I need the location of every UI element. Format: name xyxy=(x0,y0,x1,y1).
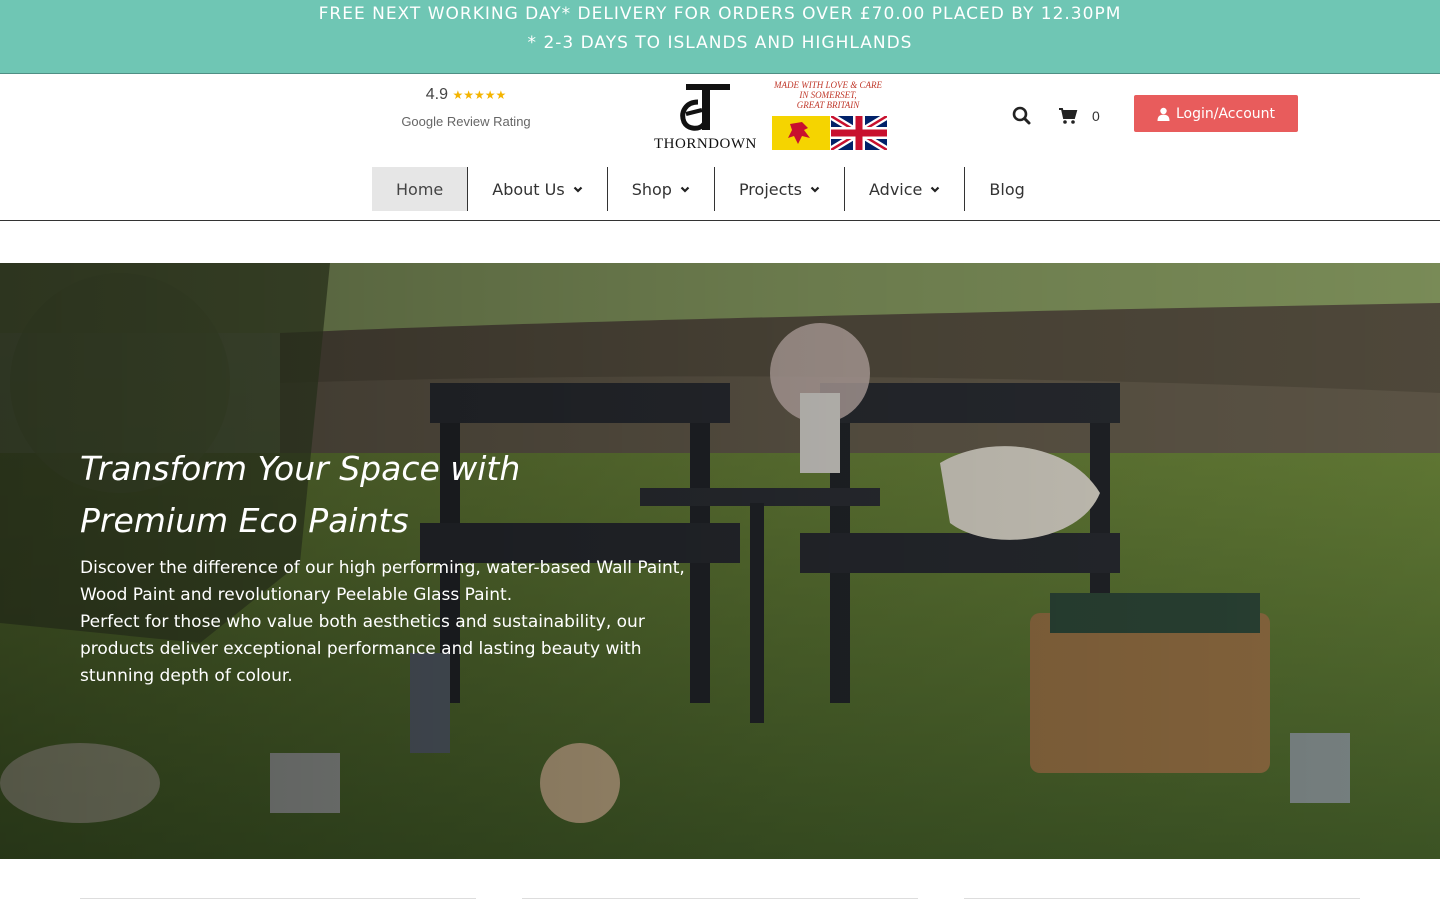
union-jack-flag-icon xyxy=(831,116,887,150)
hero-description: Discover the difference of our high perf… xyxy=(80,555,690,690)
banner-line-2: * 2-3 DAYS TO ISLANDS AND HIGHLANDS xyxy=(527,33,913,53)
login-account-button[interactable]: Login/Account xyxy=(1134,95,1298,132)
hero-title: Transform Your Space with Premium Eco Pa… xyxy=(80,443,720,547)
thorndown-monogram-icon xyxy=(680,84,730,131)
nav-label: Blog xyxy=(989,179,1025,199)
logo-brand-name: THORNDOWN xyxy=(654,136,757,152)
chevron-down-icon xyxy=(931,186,940,193)
tagline-line-1: MADE WITH LOVE & CARE xyxy=(774,80,882,90)
tagline-line-2: IN SOMERSET, xyxy=(799,90,857,100)
divider-line xyxy=(964,898,1360,899)
divider-line xyxy=(80,898,476,899)
rating-stars: ★★★★★ xyxy=(452,88,507,102)
nav-item-home[interactable]: Home xyxy=(372,167,469,211)
hero-description-2: Perfect for those who value both aesthet… xyxy=(80,612,645,686)
rating-score: 4.9 xyxy=(425,86,448,103)
cart-icon xyxy=(1059,108,1078,124)
site-logo[interactable]: THORNDOWN MADE WITH LOVE & CARE IN SOMER… xyxy=(650,80,890,154)
hero-title-line-2: Premium Eco Paints xyxy=(80,501,409,540)
nav-label: Advice xyxy=(869,179,923,199)
hero-banner: Transform Your Space with Premium Eco Pa… xyxy=(0,263,1440,859)
nav-label: About Us xyxy=(492,179,565,199)
nav-item-advice[interactable]: Advice xyxy=(845,167,966,211)
nav-item-shop[interactable]: Shop xyxy=(608,167,715,211)
search-icon xyxy=(1012,106,1031,125)
rating-caption: Google Review Rating xyxy=(401,114,531,129)
somerset-flag-icon xyxy=(772,116,830,150)
nav-label: Shop xyxy=(631,179,672,199)
main-navigation: Home About Us Shop Projects Advice Blog xyxy=(372,167,1049,211)
cart-count: 0 xyxy=(1092,108,1100,124)
hero-description-1: Discover the difference of our high perf… xyxy=(80,558,685,605)
rating-score-row: 4.9 ★★★★★ xyxy=(390,86,542,104)
user-icon xyxy=(1157,107,1170,121)
delivery-banner: FREE NEXT WORKING DAY* DELIVERY FOR ORDE… xyxy=(0,0,1440,74)
login-label: Login/Account xyxy=(1175,105,1275,122)
nav-item-about-us[interactable]: About Us xyxy=(468,167,608,211)
nav-item-blog[interactable]: Blog xyxy=(965,167,1048,211)
search-button[interactable] xyxy=(1010,104,1034,128)
header-divider xyxy=(0,220,1440,221)
banner-line-1: FREE NEXT WORKING DAY* DELIVERY FOR ORDE… xyxy=(318,4,1122,24)
divider-line xyxy=(522,898,918,899)
nav-label: Projects xyxy=(738,179,803,199)
logo-tagline: MADE WITH LOVE & CARE IN SOMERSET, GREAT… xyxy=(772,80,884,110)
google-rating-widget[interactable]: 4.9 ★★★★★ Google Review Rating xyxy=(390,86,542,129)
chevron-down-icon xyxy=(810,186,820,193)
chevron-down-icon xyxy=(680,186,690,193)
cart-button[interactable]: 0 xyxy=(1058,104,1100,128)
hero-title-line-1: Transform Your Space with xyxy=(80,449,521,488)
tagline-line-3: GREAT BRITAIN xyxy=(796,100,860,110)
nav-item-projects[interactable]: Projects xyxy=(715,167,846,211)
nav-label: Home xyxy=(396,179,444,199)
chevron-down-icon xyxy=(573,186,582,193)
